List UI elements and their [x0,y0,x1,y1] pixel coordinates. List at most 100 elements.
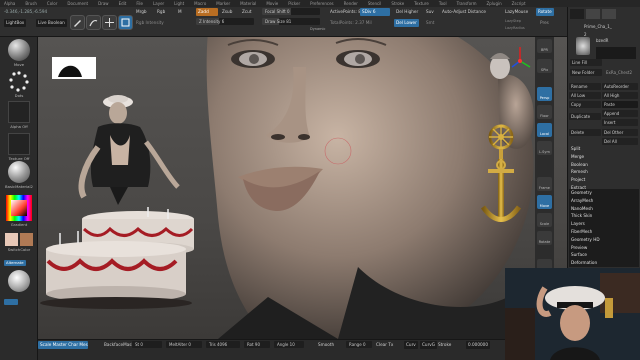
menu-item-zplugin[interactable]: Zplugin [487,1,502,6]
canvas-viewport[interactable] [38,37,567,339]
section-thick-skin[interactable]: Thick Skin [569,212,639,220]
del-all-button[interactable]: Del All [602,138,638,145]
menu-item-marker[interactable]: Marker [216,1,230,6]
brush-selector[interactable]: Move [4,39,34,67]
secondary-color-swatch[interactable] [20,233,33,246]
sdiv-slider[interactable]: SDiv 6 [360,8,390,16]
menu-item-stencil[interactable]: Stencil [368,1,382,6]
scale-value-field[interactable]: 0.000000 [466,341,490,349]
menu-item-document[interactable]: Document [67,1,88,6]
project-item[interactable]: Project [569,176,609,184]
menu-item-edit[interactable]: Edit [119,1,127,6]
material-selector[interactable]: BasicMaterial2 [4,161,34,189]
st-slider[interactable]: St 0 [132,341,162,348]
menu-item-macro[interactable]: Macro [194,1,206,6]
tris-slider[interactable]: Tris 4096 [206,341,240,348]
boolean-item[interactable]: Boolean [569,161,609,169]
local-icon[interactable]: Local [537,123,552,137]
curve-g-button[interactable]: CurvG [420,341,438,349]
lazy-mouse-toggle[interactable]: LazyMouse [503,8,530,16]
line-fill-button[interactable]: Line Fill [570,59,602,66]
delete-button[interactable]: Delete [569,129,601,136]
melt-slider[interactable]: MeltAlter 0 [166,341,202,348]
tool-thumbnail-icon[interactable] [570,9,584,19]
remesh-item[interactable]: Remesh [569,168,609,176]
section-nanomesh[interactable]: NanoMesh [569,205,639,213]
del-lower-button[interactable]: Del Lower [394,19,419,27]
rotate-toggle[interactable]: Rotate [536,8,554,16]
menu-item-brush[interactable]: Brush [25,1,37,6]
gear-icon[interactable] [602,9,616,19]
menu-item-preferences[interactable]: Preferences [310,1,334,6]
subtool-name[interactable]: bzedR [594,37,638,44]
menu-item-movie[interactable]: Movie [266,1,278,6]
section-arraymesh[interactable]: ArrayMesh [569,197,639,205]
menu-item-light[interactable]: Light [174,1,184,6]
lazy-radius-slider[interactable]: LazyRadius [503,24,527,32]
lock-icon[interactable] [586,9,600,19]
backface-mask-toggle[interactable]: BackfaceMask [102,341,136,349]
mrgb-toggle[interactable]: Mrgb [134,8,149,16]
draw-mode-icon[interactable] [86,15,101,30]
menu-item-render[interactable]: Render [344,1,358,6]
merge-item[interactable]: Merge [569,153,609,161]
move-tool-icon[interactable] [102,15,117,30]
paste-button[interactable]: Paste [602,101,638,108]
draw-size-slider[interactable]: Draw Size 81 [262,18,320,25]
zadd-toggle[interactable]: Zadd [196,8,218,16]
new-folder-button[interactable]: New Folder [570,69,602,76]
lightbox-button[interactable]: LightBox [4,19,27,27]
scale-view-icon[interactable]: Scale [537,213,552,227]
section-surface[interactable]: Surface [569,251,639,259]
del-other-button[interactable]: Del Other [602,129,638,136]
lsym-icon[interactable]: L.Sym [537,141,552,155]
zcut-toggle[interactable]: Zcut [240,8,253,16]
move-view-icon[interactable]: Move [537,195,552,209]
section-preview[interactable]: Preview [569,244,639,252]
live-boolean-button[interactable]: Live Boolean [36,19,67,27]
all-high-button[interactable]: All High [602,92,638,99]
rename-button[interactable]: Rename [569,83,601,90]
menu-item-zscript[interactable]: Zscript [512,1,526,6]
alternate-button[interactable]: Alternate [4,260,26,266]
edit-mode-icon[interactable] [70,15,85,30]
primary-color-swatch[interactable] [5,233,18,246]
auto-reorder-button[interactable]: AutoReorder [602,83,638,90]
brush-name-field[interactable]: Scale Master Char Mesh [38,341,88,349]
all-low-button[interactable]: All Low [569,92,601,99]
color-picker[interactable]: Gradient [4,195,34,227]
smt-toggle[interactable]: Smt [424,19,436,27]
section-geometry[interactable]: Geometry [569,189,639,197]
spix-icon[interactable]: SPix [537,59,552,73]
focal-shift-slider[interactable]: Focal Shift 0 [262,8,320,15]
menu-item-draw[interactable]: Draw [98,1,108,6]
copy-button[interactable]: Copy [569,101,601,108]
menu-item-material[interactable]: Material [240,1,256,6]
menu-item-stroke[interactable]: Stroke [391,1,404,6]
menu-item-color[interactable]: Color [47,1,57,6]
m-toggle[interactable]: M [176,8,184,16]
texture-selector[interactable]: Texture Off [4,133,34,161]
split-item[interactable]: Split [569,145,609,153]
insert-button[interactable]: Insert [602,119,638,126]
angle-slider[interactable]: Angle 10 [274,341,304,348]
zsub-toggle[interactable]: Zsub [220,8,234,16]
floor-icon[interactable]: Floor [537,105,552,119]
del-higher-button[interactable]: Del Higher [394,8,420,16]
clear-tx-button[interactable]: Clear Tx [374,341,395,349]
z-intensity-slider[interactable]: Z Intensity 6 [196,18,254,25]
smooth-toggle[interactable]: Smooth [316,341,336,349]
sphere-brush-thumb[interactable] [4,270,34,292]
menu-item-picker[interactable]: Picker [288,1,300,6]
persp-icon[interactable]: Persp [537,87,552,101]
menu-item-texture[interactable]: Texture [414,1,429,6]
switch-color-control[interactable]: SwitchColor [4,233,34,252]
pres-toggle[interactable]: Pres [538,19,551,27]
scale-tool-icon[interactable] [118,15,133,30]
auto-adjust-distance-toggle[interactable]: Auto-Adjust Distance [440,8,488,16]
bpr-render-icon[interactable]: BPR [537,39,552,53]
curve-button[interactable]: Curv [404,341,418,349]
dynamic-toggle[interactable]: Dynamic [308,25,327,33]
scroll-indicator[interactable] [4,299,18,305]
append-button[interactable]: Append [602,110,638,117]
